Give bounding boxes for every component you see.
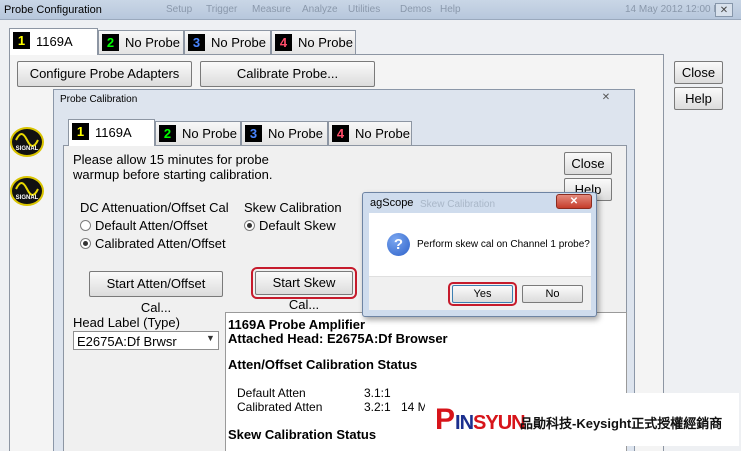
head-label-value: E2675A:Df Brwsr [77, 334, 177, 349]
logo-letters-in: IN [455, 412, 474, 434]
cal-tab-4-number: 4 [332, 125, 349, 142]
main-tab-1[interactable]: 1 1169A [9, 28, 98, 55]
menu-ghost-help: Help [440, 4, 461, 15]
menu-ghost-measure: Measure [252, 4, 291, 15]
warmup-note-line1: Please allow 15 minutes for probe [73, 152, 269, 167]
logo-letters-syun: SYUN [473, 412, 526, 434]
main-tab-2-number: 2 [102, 34, 119, 51]
cal-tab-1-label: 1169A [95, 125, 132, 140]
default-atten-label: Default Atten/Offset [95, 218, 208, 233]
main-tab-3-number: 3 [188, 34, 205, 51]
calibration-window-close-icon[interactable]: ✕ [597, 92, 615, 104]
info-attached-head-line: Attached Head: E2675A:Df Browser [228, 331, 448, 346]
cal-tab-2-number: 2 [159, 125, 176, 142]
signal-probe-icon: SIGNAL [10, 127, 44, 157]
main-tab-4-number: 4 [275, 34, 292, 51]
signal-icon-label-2: SIGNAL [15, 195, 39, 201]
calibration-close-button[interactable]: Close [564, 152, 612, 175]
no-button[interactable]: No [522, 285, 583, 303]
yes-button[interactable]: Yes [452, 285, 513, 303]
main-tab-3[interactable]: 3 No Probe [184, 30, 271, 54]
calibrated-atten-label: Calibrated Atten/Offset [95, 236, 226, 251]
dialog-ghost-title: Skew Calibration [420, 199, 496, 210]
main-tab-2[interactable]: 2 No Probe [98, 30, 184, 54]
question-icon: ? [387, 233, 410, 256]
close-icon: ✕ [569, 196, 579, 207]
skew-group-title: Skew Calibration [244, 200, 342, 215]
main-window-close-icon[interactable]: ✕ [715, 3, 733, 17]
default-atten-radio[interactable]: Default Atten/Offset [80, 218, 208, 233]
calibrate-probe-button[interactable]: Calibrate Probe... [200, 61, 375, 87]
menu-ghost-demos: Demos [400, 4, 432, 15]
menu-ghost-trigger: Trigger [206, 4, 238, 15]
main-tab-2-label: No Probe [125, 35, 180, 50]
radio-button-selected-icon [80, 238, 91, 249]
start-skew-cal-button[interactable]: Start Skew Cal... [255, 271, 353, 312]
menu-ghost-setup: Setup [166, 4, 193, 15]
main-help-button[interactable]: Help [674, 87, 723, 110]
menu-ghost-utilities: Utilities [348, 4, 381, 15]
configure-probe-adapters-button[interactable]: Configure Probe Adapters [17, 61, 192, 87]
cal-tab-4-label: No Probe [355, 126, 410, 141]
info-atten-section-title: Atten/Offset Calibration Status [228, 357, 418, 372]
dialog-message: Perform skew cal on Channel 1 probe? [417, 239, 590, 250]
main-tab-1-number: 1 [13, 32, 30, 49]
main-tab-3-label: No Probe [211, 35, 266, 50]
cal-tab-2[interactable]: 2 No Probe [155, 121, 241, 145]
info-skew-section-title: Skew Calibration Status [228, 427, 377, 442]
default-skew-label: Default Skew [259, 218, 336, 233]
head-label-select[interactable]: E2675A:Df Brwsr ▼ [73, 331, 219, 350]
watermark-text: 品勛科技-Keysight正式授權經銷商 [520, 416, 723, 431]
menu-ghost-analyze: Analyze [302, 4, 338, 15]
main-tab-1-label: 1169A [36, 34, 73, 49]
cal-tab-3-label: No Probe [268, 126, 323, 141]
radio-button-selected-icon [244, 220, 255, 231]
calibration-window-title: Probe Calibration [60, 94, 138, 105]
main-close-button[interactable]: Close [674, 61, 723, 84]
cal-tab-2-label: No Probe [182, 126, 237, 141]
main-window-title: Probe Configuration [4, 4, 102, 16]
warmup-note-line2: warmup before starting calibration. [73, 167, 273, 182]
info-default-atten-value: 3.1:1 [364, 386, 391, 400]
default-skew-radio[interactable]: Default Skew [244, 218, 336, 233]
info-amplifier-line: 1169A Probe Amplifier [228, 317, 366, 332]
info-default-atten-label: Default Atten [237, 386, 306, 400]
main-tab-4-label: No Probe [298, 35, 353, 50]
calibrated-atten-radio[interactable]: Calibrated Atten/Offset [80, 236, 226, 251]
dialog-title: agScope [370, 197, 414, 209]
signal-probe-icon-2: SIGNAL [10, 176, 44, 206]
main-tab-4[interactable]: 4 No Probe [271, 30, 356, 54]
cal-tab-1[interactable]: 1 1169A [68, 119, 155, 146]
start-atten-offset-cal-button[interactable]: Start Atten/Offset Cal... [89, 271, 223, 315]
dc-group-title: DC Attenuation/Offset Cal [80, 200, 229, 215]
logo-letter-p: P [435, 403, 456, 436]
head-label-title: Head Label (Type) [73, 315, 180, 330]
cal-tab-3[interactable]: 3 No Probe [241, 121, 328, 145]
cal-tab-1-number: 1 [72, 123, 89, 140]
cal-tab-3-number: 3 [245, 125, 262, 142]
radio-button-icon [80, 220, 91, 231]
signal-icon-label: SIGNAL [15, 146, 39, 152]
cal-tab-4[interactable]: 4 No Probe [328, 121, 412, 145]
date-ghost: 14 May 2012 12:00 PM [625, 4, 729, 15]
dropdown-arrow-icon: ▼ [206, 333, 215, 343]
info-calibrated-atten-value: 3.2:1 [364, 400, 391, 414]
pinsyun-logo: PINSYUN [435, 403, 526, 437]
dialog-close-button[interactable]: ✕ [556, 194, 592, 209]
info-calibrated-atten-label: Calibrated Atten [237, 400, 323, 414]
main-title-bar: Probe Configuration Setup Trigger Measur… [0, 0, 741, 20]
info-calibrated-atten-extra: 14 M [401, 400, 428, 414]
